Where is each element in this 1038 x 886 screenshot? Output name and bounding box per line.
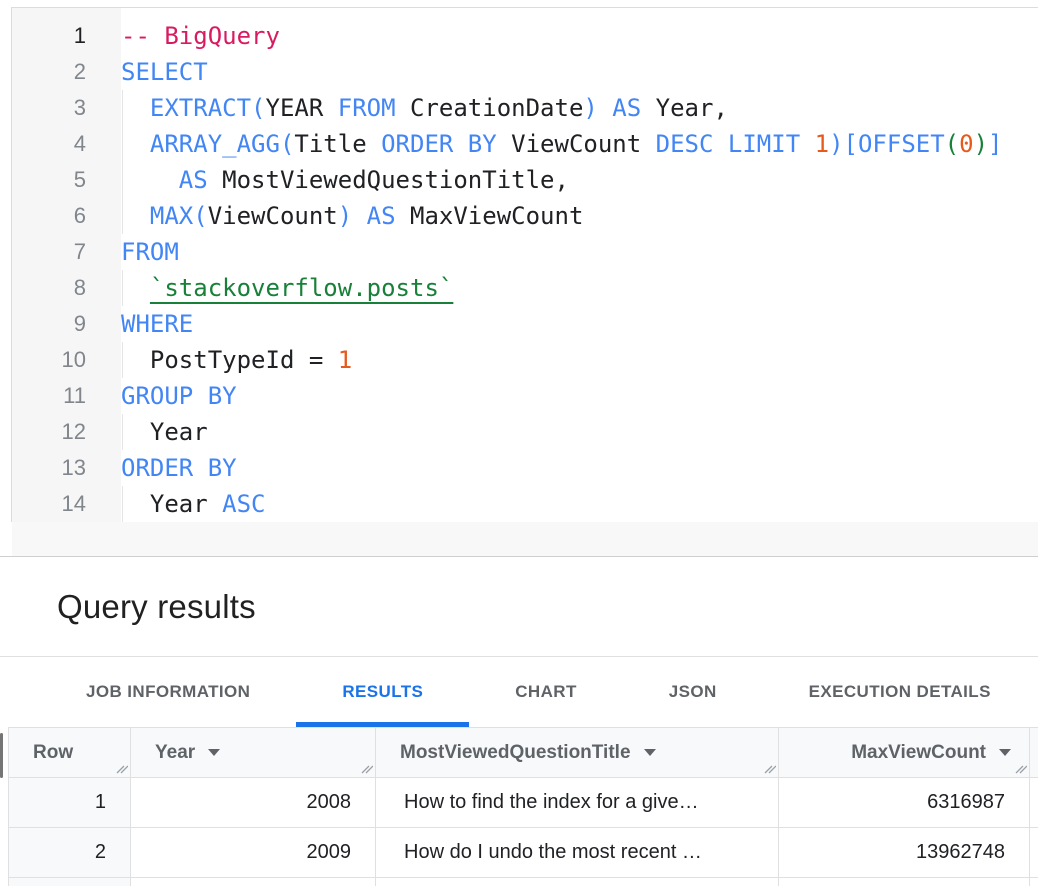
column-resize-icon[interactable] [114, 760, 128, 774]
cell-row: 2 [9, 828, 131, 878]
line-number: 9 [12, 306, 86, 342]
code-line-6[interactable]: 6 MAX(ViewCount) AS MaxViewCount [12, 198, 1038, 234]
column-header-mostviewedquestiontitle[interactable]: MostViewedQuestionTitle [376, 728, 779, 778]
column-label: Row [33, 742, 73, 764]
code-text: EXTRACT(YEAR FROM CreationDate) AS Year, [121, 90, 728, 126]
code-line-11[interactable]: 11 GROUP BY [12, 378, 1038, 414]
code-line-13[interactable]: 13 ORDER BY [12, 450, 1038, 486]
code-line-1[interactable]: 1 -- BigQuery [12, 18, 1038, 54]
code-text: MAX(ViewCount) AS MaxViewCount [121, 198, 583, 234]
line-number: 14 [12, 486, 86, 522]
column-label: MaxViewCount [851, 742, 986, 764]
code-line-2[interactable]: 2 SELECT [12, 54, 1038, 90]
column-header-extra[interactable] [1030, 728, 1038, 778]
code-text: GROUP BY [121, 378, 237, 414]
code-lines: 1-- BigQuery2SELECT3 EXTRACT(YEAR FROM C… [12, 18, 1038, 522]
left-scrollbar-thumb[interactable] [0, 733, 3, 778]
results-table: Row Year MostViewedQuestionTitle MaxViewCou… [8, 727, 1038, 886]
sort-arrow-icon[interactable] [644, 749, 656, 756]
tab-json[interactable]: JSON [623, 657, 763, 727]
column-header-row[interactable]: Row [9, 728, 131, 778]
code-line-10[interactable]: 10 PostTypeId = 1 [12, 342, 1038, 378]
cell-mostviewedquestiontitle: How to find the index for a give… [376, 778, 779, 828]
code-line-12[interactable]: 12 Year [12, 414, 1038, 450]
bigquery-console: { "colors": { "keyword": "#4285f4", "ide… [0, 0, 1038, 886]
cell-maxviewcount: 13962748 [779, 828, 1030, 878]
code-text: SELECT [121, 54, 208, 90]
code-line-8[interactable]: 8 `stackoverflow.posts` [12, 270, 1038, 306]
table-body: 12008How to find the index for a give…63… [9, 778, 1038, 886]
column-resize-icon[interactable] [359, 760, 373, 774]
line-number: 6 [12, 198, 86, 234]
code-text: ORDER BY [121, 450, 237, 486]
line-number: 5 [12, 162, 86, 198]
column-resize-icon[interactable] [1013, 760, 1027, 774]
code-text: -- BigQuery [121, 18, 280, 54]
code-text: Year [121, 414, 208, 450]
sort-arrow-icon[interactable] [208, 749, 220, 756]
line-number: 12 [12, 414, 86, 450]
editor-bottom-strip [12, 522, 1038, 556]
tab-results[interactable]: RESULTS [296, 657, 469, 727]
code-text: `stackoverflow.posts` [121, 270, 453, 306]
line-number: 7 [12, 234, 86, 270]
cell-mostviewedquestiontitle: How do I undo the most recent … [376, 828, 779, 878]
table-row-3 [9, 878, 1038, 886]
table-row-1: 12008How to find the index for a give…63… [9, 778, 1038, 828]
cell-maxviewcount [779, 878, 1030, 886]
line-number: 10 [12, 342, 86, 378]
code-text: Year ASC [121, 486, 266, 522]
cell-mostviewedquestiontitle [376, 878, 779, 886]
column-resize-icon[interactable] [762, 760, 776, 774]
tab-job-information[interactable]: JOB INFORMATION [40, 657, 296, 727]
cell-row [9, 878, 131, 886]
code-line-5[interactable]: 5 AS MostViewedQuestionTitle, [12, 162, 1038, 198]
code-line-4[interactable]: 4 ARRAY_AGG(Title ORDER BY ViewCount DES… [12, 126, 1038, 162]
line-number: 2 [12, 54, 86, 90]
tab-chart[interactable]: CHART [469, 657, 623, 727]
sql-editor[interactable]: 1-- BigQuery2SELECT3 EXTRACT(YEAR FROM C… [11, 7, 1038, 522]
line-number: 8 [12, 270, 86, 306]
line-number: 13 [12, 450, 86, 486]
cell-extra [1030, 828, 1038, 878]
code-text: WHERE [121, 306, 193, 342]
code-text: FROM [121, 234, 179, 270]
code-line-7[interactable]: 7 FROM [12, 234, 1038, 270]
cell-maxviewcount: 6316987 [779, 778, 1030, 828]
column-label: Year [155, 742, 195, 764]
cell-year [131, 878, 376, 886]
line-number: 11 [12, 378, 86, 414]
code-text: AS MostViewedQuestionTitle, [121, 162, 569, 198]
cell-year: 2008 [131, 778, 376, 828]
cell-row: 1 [9, 778, 131, 828]
line-number: 3 [12, 90, 86, 126]
line-number: 4 [12, 126, 86, 162]
cell-extra [1030, 878, 1038, 886]
line-number: 1 [12, 18, 86, 54]
cell-year: 2009 [131, 828, 376, 878]
code-line-3[interactable]: 3 EXTRACT(YEAR FROM CreationDate) AS Yea… [12, 90, 1038, 126]
table-header-row: Row Year MostViewedQuestionTitle MaxViewCou… [9, 728, 1038, 778]
code-text: PostTypeId = 1 [121, 342, 352, 378]
cell-extra [1030, 778, 1038, 828]
code-text: ARRAY_AGG(Title ORDER BY ViewCount DESC … [121, 126, 1002, 162]
query-results-header: Query results [0, 557, 1038, 656]
page-title: Query results [57, 588, 256, 626]
tab-execution-details[interactable]: EXECUTION DETAILS [763, 657, 1037, 727]
sort-arrow-icon[interactable] [999, 749, 1011, 756]
results-tabbar: JOB INFORMATIONRESULTSCHARTJSONEXECUTION… [0, 657, 1038, 727]
code-line-14[interactable]: 14 Year ASC [12, 486, 1038, 522]
code-line-9[interactable]: 9 WHERE [12, 306, 1038, 342]
table-row-2: 22009How do I undo the most recent …1396… [9, 828, 1038, 878]
column-header-year[interactable]: Year [131, 728, 376, 778]
column-header-maxviewcount[interactable]: MaxViewCount [779, 728, 1030, 778]
column-label: MostViewedQuestionTitle [400, 742, 631, 764]
